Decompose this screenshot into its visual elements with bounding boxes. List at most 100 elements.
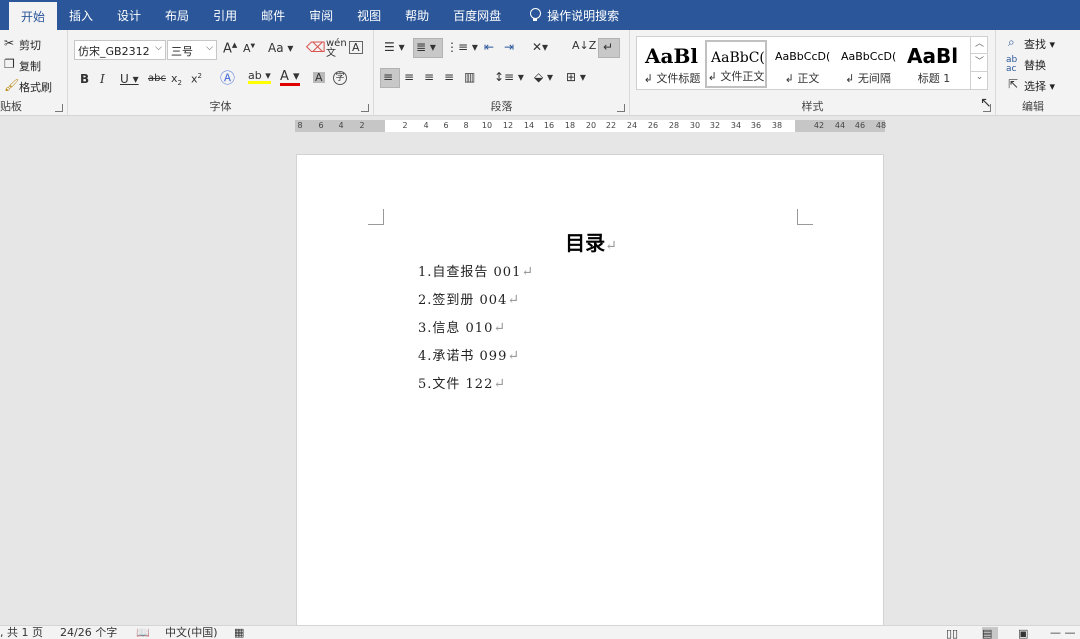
- word-count[interactable]: 24/26 个字: [60, 626, 117, 639]
- format-painter-button[interactable]: 格式刷: [19, 79, 52, 95]
- toc-item-3[interactable]: 3.信息 010↵: [418, 317, 506, 336]
- borders-icon[interactable]: ⊞ ▾: [566, 71, 586, 83]
- grow-font-icon[interactable]: A▲: [223, 42, 237, 56]
- justify-icon[interactable]: ≡: [444, 71, 454, 83]
- gallery-more-icon[interactable]: ⌄: [971, 72, 988, 90]
- tab-references[interactable]: 引用: [201, 0, 249, 30]
- style-name: ↲ 无间隔: [845, 72, 891, 85]
- tab-review[interactable]: 审阅: [297, 0, 345, 30]
- decrease-indent-icon[interactable]: ⇤: [484, 41, 494, 53]
- gallery-down-icon[interactable]: ﹀: [971, 54, 988, 72]
- increase-indent-icon[interactable]: ⇥: [504, 41, 514, 53]
- align-left-icon[interactable]: ≡: [383, 71, 393, 83]
- align-right-icon[interactable]: ≡: [424, 71, 434, 83]
- ruler-tick: 16: [543, 121, 555, 130]
- style-preview-text: AaBl: [645, 44, 698, 68]
- document-page[interactable]: 目录↵ 1.自查报告 001↵ 2.签到册 004↵ 3.信息 010↵ 4.承…: [296, 154, 884, 634]
- horizontal-ruler[interactable]: 8 6 4 2 2 4 6 8 10 12 14 16 18 20 22 24 26 28 30 32 34 36 38 42…: [0, 116, 1080, 138]
- toc-item-2[interactable]: 2.签到册 004↵: [418, 289, 520, 308]
- enclose-characters-icon[interactable]: 字: [333, 71, 347, 85]
- style-no-spacing[interactable]: AaBbCcD( ↲ 无间隔: [837, 40, 899, 88]
- tab-home[interactable]: 开始: [9, 0, 58, 30]
- style-preview-text: AaBbCcD(: [775, 50, 831, 63]
- highlight-icon[interactable]: ab ▾: [248, 70, 271, 84]
- tab-help[interactable]: 帮助: [393, 0, 441, 30]
- bold-icon[interactable]: B: [80, 73, 89, 85]
- web-layout-icon[interactable]: ▣: [1018, 627, 1034, 639]
- style-name: ↲ 正文: [784, 72, 820, 85]
- read-mode-icon[interactable]: ▯▯: [946, 627, 962, 639]
- align-center-icon[interactable]: ≡: [404, 71, 414, 83]
- toc-item-5[interactable]: 5.文件 122↵: [418, 373, 506, 392]
- style-file-title[interactable]: AaBl ↲ 文件标题: [641, 40, 703, 88]
- select-button[interactable]: 选择 ▾: [1024, 78, 1055, 94]
- line-spacing-icon[interactable]: ↕≡ ▾: [494, 71, 524, 83]
- chinese-layout-icon[interactable]: ✕▾: [532, 41, 548, 53]
- tab-baidu-netdisk[interactable]: 百度网盘: [441, 0, 513, 30]
- ruler-tick: 8: [297, 121, 303, 130]
- multilevel-list-icon[interactable]: ⋮≡ ▾: [446, 41, 478, 53]
- cut-button[interactable]: 剪切: [19, 37, 41, 53]
- style-preview-text: AaBbCcD(: [841, 50, 897, 63]
- tab-view[interactable]: 视图: [345, 0, 393, 30]
- ruler-tick: 10: [481, 121, 493, 130]
- toc-item-1[interactable]: 1.自查报告 001↵: [418, 261, 534, 280]
- find-icon: ⌕: [1008, 35, 1015, 49]
- change-case-icon[interactable]: Aa ▾: [268, 42, 293, 54]
- styles-gallery: AaBl ↲ 文件标题 AaBbC( ↲ 文件正文 AaBbCcD( ↲ 正文 …: [636, 36, 988, 90]
- style-normal[interactable]: AaBbCcD( ↲ 正文: [771, 40, 833, 88]
- font-size-combo[interactable]: 三号 ⌵: [167, 40, 217, 60]
- superscript-icon[interactable]: x2: [191, 73, 202, 85]
- subscript-icon[interactable]: x2: [171, 73, 182, 87]
- word-window: 开始 插入 设计 布局 引用 邮件 审阅 视图 帮助 百度网盘 操作说明搜索 ✂…: [0, 0, 1080, 639]
- proofing-icon[interactable]: 📖: [136, 626, 150, 639]
- shrink-font-icon[interactable]: A▼: [243, 43, 255, 54]
- ruler-tick: 30: [689, 121, 701, 130]
- find-button[interactable]: 查找 ▾: [1024, 36, 1055, 52]
- font-name-value: 仿宋_GB2312: [78, 45, 150, 58]
- toc-item-4[interactable]: 4.承诺书 099↵: [418, 345, 520, 364]
- language-indicator[interactable]: 中文(中国): [165, 626, 218, 639]
- numbering-icon[interactable]: ≣ ▾: [416, 41, 436, 53]
- tab-design[interactable]: 设计: [105, 0, 153, 30]
- font-color-icon[interactable]: A ▾: [280, 70, 300, 86]
- tab-layout[interactable]: 布局: [153, 0, 201, 30]
- macro-icon[interactable]: ▦: [234, 626, 244, 639]
- page-count[interactable]: , 共 1 页: [0, 626, 43, 639]
- font-name-combo[interactable]: 仿宋_GB2312 ⌵: [74, 40, 166, 60]
- ruler-tick: 32: [709, 121, 721, 130]
- sort-icon[interactable]: A↓Z: [572, 40, 596, 51]
- clear-formatting-icon[interactable]: ⌫: [306, 41, 326, 55]
- style-heading-1[interactable]: AaBl 标题 1: [903, 40, 965, 88]
- ruler-tick: 4: [423, 121, 429, 130]
- print-layout-icon[interactable]: ▤: [982, 627, 998, 639]
- bullets-icon[interactable]: ☰ ▾: [384, 41, 405, 53]
- gallery-up-icon[interactable]: ︿: [971, 36, 988, 54]
- show-paragraph-marks-icon[interactable]: ↵: [603, 41, 613, 53]
- copy-button[interactable]: 复制: [19, 58, 41, 74]
- style-preview-text: AaBbC(: [711, 50, 765, 66]
- replace-button[interactable]: 替换: [1024, 57, 1046, 73]
- font-launcher-icon[interactable]: [361, 104, 369, 112]
- paragraph-launcher-icon[interactable]: [617, 104, 625, 112]
- italic-icon[interactable]: I: [100, 73, 105, 85]
- strikethrough-icon[interactable]: abc: [148, 74, 166, 84]
- clipboard-launcher-icon[interactable]: [55, 104, 63, 112]
- underline-icon[interactable]: U ▾: [120, 73, 139, 85]
- document-title[interactable]: 目录↵: [297, 227, 885, 256]
- tab-mailings[interactable]: 邮件: [249, 0, 297, 30]
- style-file-body[interactable]: AaBbC( ↲ 文件正文: [705, 40, 767, 88]
- ribbon: ✂ 剪切 ❐ 复制 🖌 格式刷 贴板 仿宋_GB2312 ⌵ 三号 ⌵ A▲ A…: [0, 30, 1080, 116]
- distributed-icon[interactable]: ▥: [464, 71, 475, 83]
- zoom-out-icon[interactable]: — —: [1050, 626, 1076, 639]
- character-border-icon[interactable]: A: [349, 41, 363, 54]
- tell-me-label: 操作说明搜索: [547, 8, 620, 23]
- tell-me-search[interactable]: 操作说明搜索: [517, 0, 631, 30]
- tab-insert[interactable]: 插入: [57, 0, 105, 30]
- lightbulb-icon: [529, 8, 542, 22]
- text-effects-icon[interactable]: Ⓐ: [220, 71, 235, 86]
- phonetic-guide-icon[interactable]: wén 文: [326, 39, 347, 59]
- character-shading-icon[interactable]: A: [313, 72, 325, 83]
- ruler-bar[interactable]: 8 6 4 2 2 4 6 8 10 12 14 16 18 20 22 24 26 28 30 32 34 36 38 42…: [295, 120, 886, 132]
- shading-icon[interactable]: ⬙ ▾: [534, 71, 553, 83]
